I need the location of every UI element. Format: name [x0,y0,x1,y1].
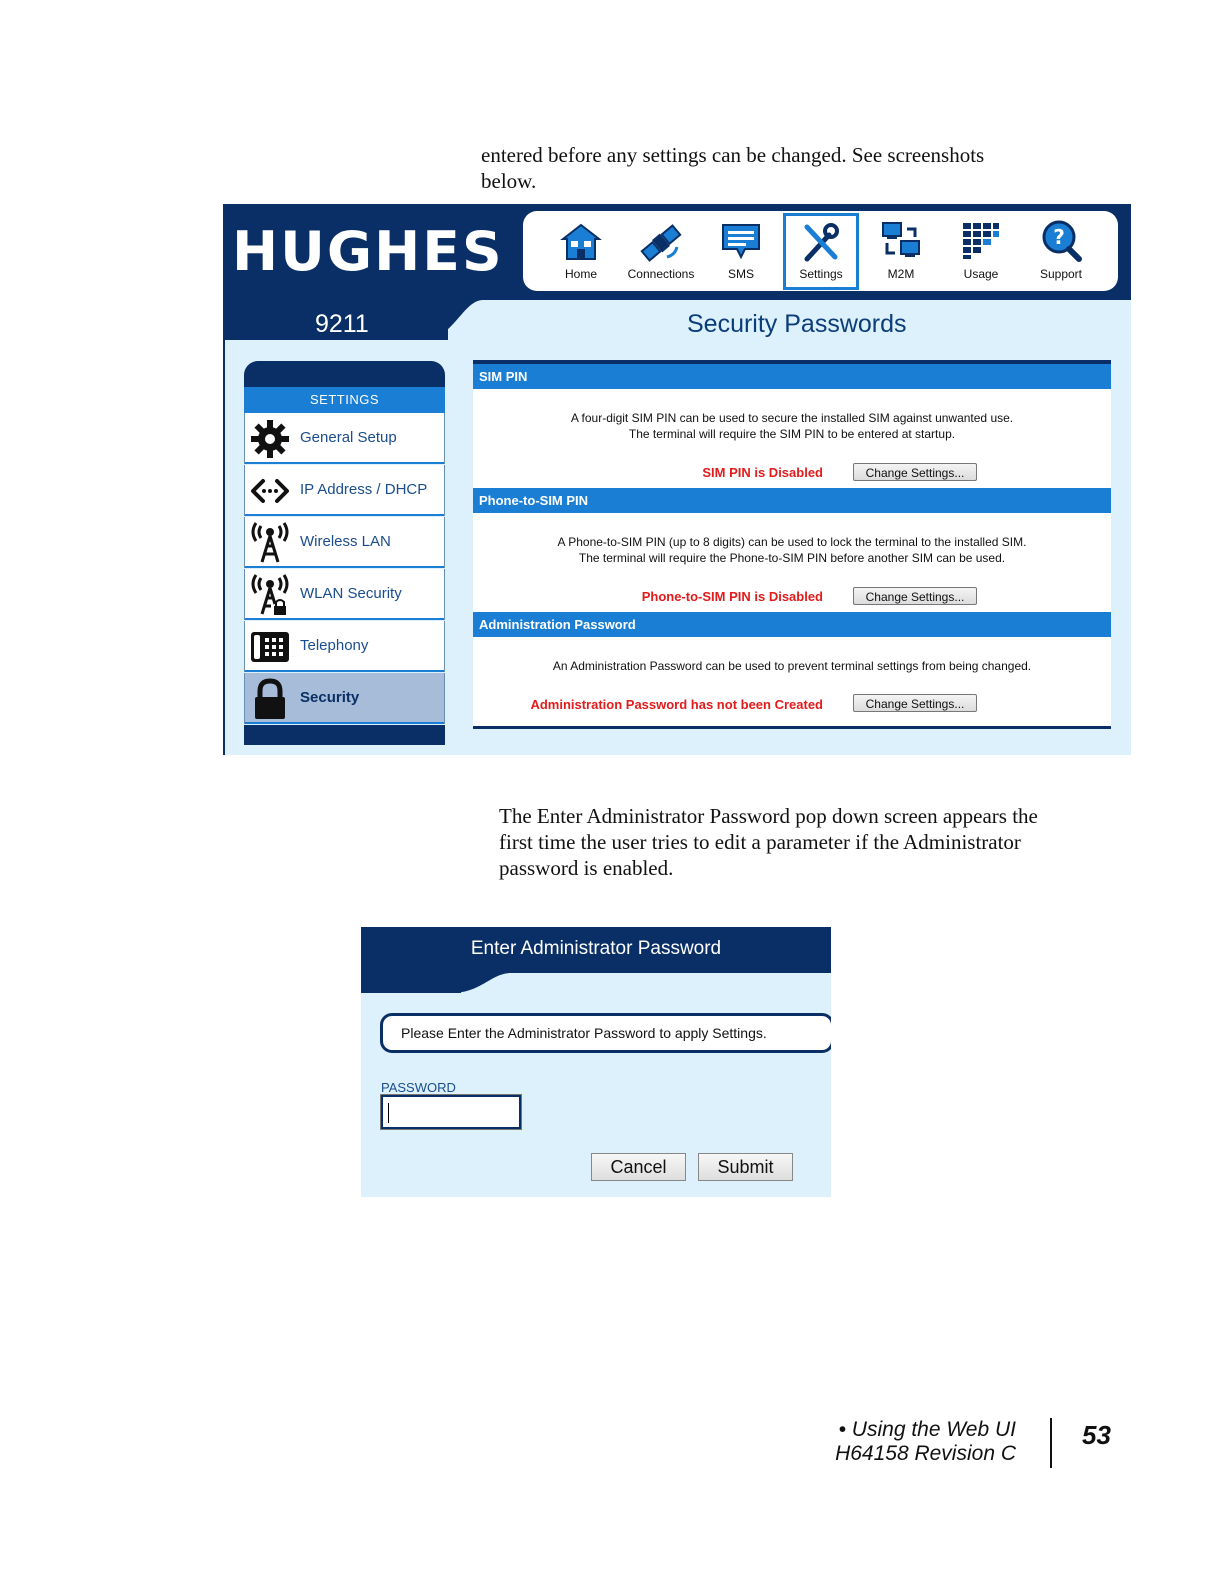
sidebar-item-label: Wireless LAN [300,533,391,550]
section-header-admin-password: Administration Password [473,612,1111,637]
nav-support-label: Support [1039,267,1083,281]
section-header-phone-to-sim: Phone-to-SIM PIN [473,488,1111,513]
nav-sms-label: SMS [727,267,754,281]
sidebar-item-security[interactable]: Security [244,673,445,724]
popup-message: Please Enter the Administrator Password … [380,1013,831,1053]
nav-settings-label: Settings [799,267,843,281]
sidebar-item-wireless-lan[interactable]: Wireless LAN [244,517,445,568]
section-description: A Phone-to-SIM PIN (up to 8 digits) can … [557,535,1027,549]
nav-home-label: Home [564,267,597,281]
sidebar-item-label: IP Address / DHCP [300,481,428,498]
sim-pin-change-button[interactable]: Change Settings... [853,463,977,481]
house-icon [560,223,602,260]
nav-m2m-label: M2M [887,267,915,281]
svg-text:?: ? [1053,225,1065,249]
gear-icon [251,420,289,458]
settings-sidebar: SETTINGS General Setup IP Address / DHCP… [244,361,445,745]
cancel-button[interactable]: Cancel [591,1153,686,1181]
footer-line-2: H64158 Revision C [835,1442,1016,1465]
section-description: A four-digit SIM PIN can be used to secu… [570,411,1014,425]
page-title: Security Passwords [687,310,907,338]
tools-icon [804,223,839,262]
phone-to-sim-change-button[interactable]: Change Settings... [853,587,977,605]
submit-button[interactable]: Submit [698,1153,793,1181]
section-header-sim-pin: SIM PIN [473,364,1111,389]
admin-password-status: Administration Password has not been Cre… [530,697,823,712]
phone-to-sim-status: Phone-to-SIM PIN is Disabled [641,589,823,604]
lock-icon [255,678,285,719]
sidebar-item-general-setup[interactable]: General Setup [244,413,445,464]
nav-connections-label: Connections [627,267,695,281]
popup-header-band [361,973,461,993]
sidebar-item-telephony[interactable]: Telephony [244,621,445,672]
section-description: The terminal will require the Phone-to-S… [578,551,1006,565]
section-description: An Administration Password can be used t… [552,659,1032,673]
password-label: PASSWORD [381,1080,456,1095]
sidebar-item-ip-address[interactable]: IP Address / DHCP [244,465,445,516]
hughes-logo: HUGHES [232,220,504,283]
nav-usage[interactable]: Usage [943,211,1019,291]
left-border [223,340,225,755]
antenna-lock-icon [251,574,289,615]
sidebar-footer [244,725,445,745]
sim-pin-status: SIM PIN is Disabled [702,465,823,480]
web-ui-screenshot: HUGHES Home Connections SMS Settings M2M… [223,204,1131,755]
popup-header-curve [451,973,511,993]
grid-chart-icon [963,223,999,259]
footer-divider [1050,1418,1052,1468]
admin-password-change-button[interactable]: Change Settings... [853,694,977,712]
model-number: 9211 [315,310,369,338]
page-number: 53 [1082,1420,1111,1450]
nav-support[interactable]: ? Support [1023,211,1099,291]
section-description: The terminal will require the SIM PIN to… [628,427,956,441]
nav-settings[interactable]: Settings [783,213,859,290]
message-icon [722,224,760,260]
nav-home[interactable]: Home [543,211,619,291]
password-input[interactable] [380,1094,522,1130]
sidebar-item-label: Telephony [300,637,369,654]
arrows-icon [251,479,289,503]
computers-icon [882,222,920,257]
footer-line-1: • Using the Web UI [838,1418,1016,1441]
sidebar-heading: SETTINGS [244,387,445,413]
popup-title: Enter Administrator Password [470,938,722,959]
security-panel: SIM PIN A four-digit SIM PIN can be used… [473,360,1111,729]
header-curve [423,300,483,340]
sidebar-item-label: Security [300,689,360,706]
caption-paragraph: The Enter Administrator Password pop dow… [499,804,1038,880]
antenna-icon [251,522,289,563]
satellite-icon [640,224,682,262]
sidebar-cap [244,361,445,387]
sidebar-item-label: General Setup [300,429,397,446]
intro-paragraph: entered before any settings can be chang… [481,143,985,193]
sidebar-item-label: WLAN Security [300,585,402,602]
nav-connections[interactable]: Connections [623,211,699,291]
phone-icon [251,632,289,662]
admin-password-popup: Enter Administrator Password Please Ente… [361,927,831,1197]
footer-section-info: • Using the Web UI H64158 Revision C [820,1418,1016,1466]
top-navigation: Home Connections SMS Settings M2M Usage … [523,211,1118,291]
nav-sms[interactable]: SMS [703,211,779,291]
sidebar-item-wlan-security[interactable]: WLAN Security [244,569,445,620]
help-magnifier-icon: ? [1042,220,1082,262]
nav-usage-label: Usage [963,267,999,281]
nav-m2m[interactable]: M2M [863,211,939,291]
